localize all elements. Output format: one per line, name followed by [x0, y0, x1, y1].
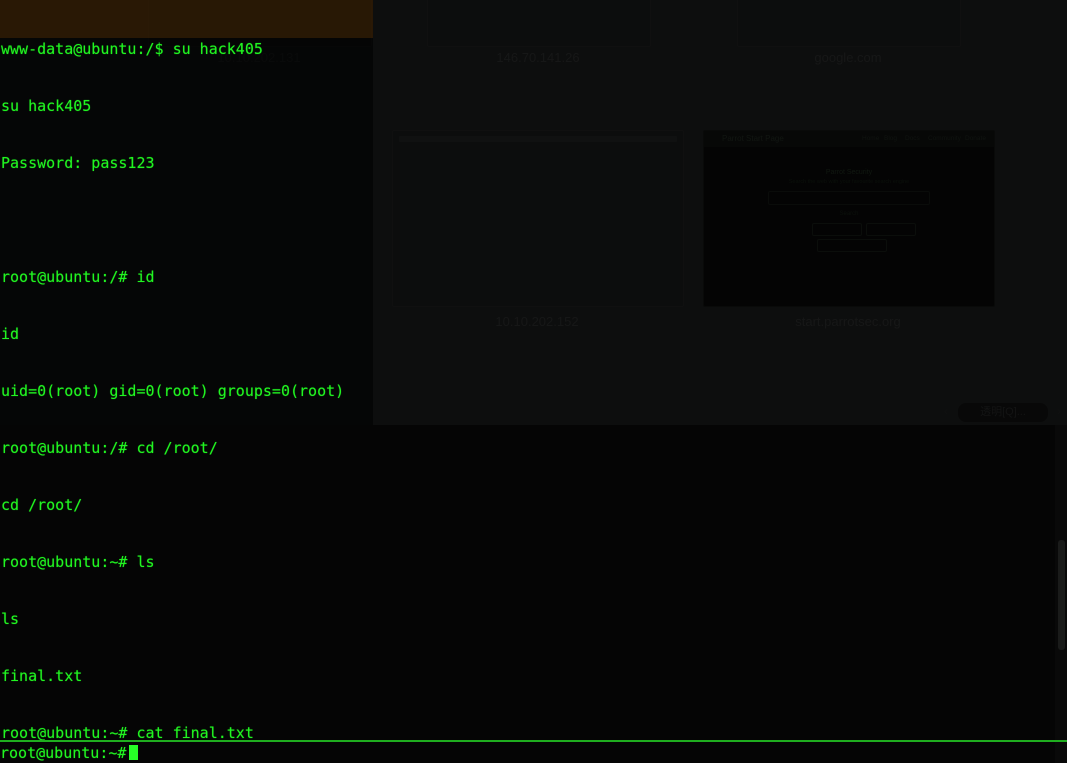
terminal-line: su hack405: [1, 97, 92, 115]
terminal-scrollbar-track[interactable]: [1055, 425, 1067, 763]
terminal-window[interactable]: www-data@ubuntu:/$ su hack405 su hack405…: [0, 0, 1067, 763]
terminal-line: uid=0(root) gid=0(root) groups=0(root): [1, 382, 345, 400]
terminal-line: root@ubuntu:/# cd /root/: [1, 439, 218, 457]
terminal-prompt-text: root@ubuntu:~#: [0, 744, 127, 762]
terminal-line: root@ubuntu:/# id: [1, 268, 155, 286]
terminal-line: www-data@ubuntu:/$ su hack405: [1, 40, 263, 58]
terminal-line: final.txt: [1, 667, 83, 685]
terminal-line: cd /root/: [1, 496, 83, 514]
terminal-line: ls: [1, 610, 20, 628]
terminal-scrollbar-thumb[interactable]: [1058, 540, 1065, 650]
terminal-bg-upper: [0, 0, 1067, 425]
terminal-line: root@ubuntu:~# ls: [1, 553, 155, 571]
terminal-bg-lower: [0, 425, 1067, 763]
terminal-output: www-data@ubuntu:/$ su hack405 su hack405…: [0, 0, 498, 763]
terminal-line: id: [1, 325, 20, 343]
terminal-bg-topleft-tint: [0, 0, 373, 38]
prompt-separator-rule: [0, 740, 1067, 742]
terminal-prompt-bar[interactable]: root@ubuntu:~#: [0, 744, 139, 763]
terminal-line: Password: pass123: [1, 154, 155, 172]
terminal-cursor: [129, 745, 139, 760]
screen-root: 10.10.202.131 146.70.141.26 google.com 1…: [0, 0, 1067, 763]
terminal-bg-midleft-tint: [0, 38, 373, 425]
